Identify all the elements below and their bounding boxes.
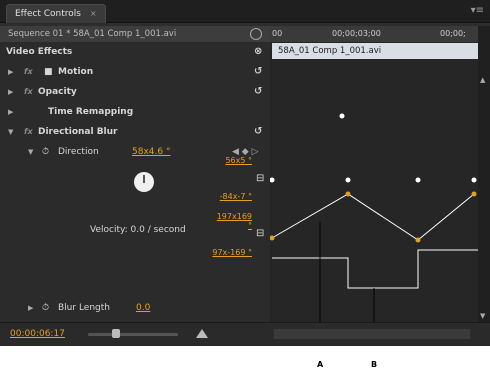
velocity-graph-line[interactable] bbox=[272, 249, 478, 289]
motion-icon: ■ bbox=[44, 67, 53, 77]
fx-icon[interactable]: fx bbox=[24, 62, 33, 82]
property-list: Video Effects ⊗ ▶ fx ■ Motion ↺ ▶ fx Opa… bbox=[0, 42, 270, 322]
effect-controls-panel: Effect Controls × ▾≡ Sequence 01 * 58A_0… bbox=[0, 0, 490, 346]
zoom-slider-handle[interactable] bbox=[112, 329, 120, 338]
tab-bar: Effect Controls × ▾≡ bbox=[0, 0, 490, 23]
time-remapping-row[interactable]: ▶ Time Remapping bbox=[0, 102, 270, 122]
reset-icon[interactable]: ↺ bbox=[254, 122, 262, 142]
sequence-clip-bar[interactable]: Sequence 01 * 58A_01 Comp 1_001.avi bbox=[0, 26, 270, 42]
effects-info-icon[interactable]: ⊗ bbox=[254, 42, 262, 62]
scroll-up-icon[interactable]: ▲ bbox=[480, 76, 488, 84]
show-timeline-icon[interactable] bbox=[250, 28, 262, 40]
stopwatch-icon[interactable]: ⏱ bbox=[42, 142, 49, 162]
callout-b-label: B bbox=[371, 360, 378, 369]
opacity-keyframe[interactable] bbox=[339, 113, 345, 119]
fx-icon[interactable]: fx bbox=[24, 122, 33, 142]
direction-keyframe[interactable] bbox=[270, 177, 275, 183]
scroll-down-icon[interactable]: ▼ bbox=[480, 312, 488, 320]
vertical-scrollbar[interactable]: ▲ ▼ bbox=[478, 26, 490, 322]
panel-menu-icon[interactable]: ▾≡ bbox=[471, 5, 484, 16]
value-graph-point[interactable] bbox=[270, 235, 275, 241]
expand-triangle-icon[interactable]: ▶ bbox=[8, 82, 13, 102]
video-effects-header: Video Effects ⊗ bbox=[0, 42, 270, 62]
velocity-row: Velocity: 0.0 / second bbox=[0, 220, 270, 240]
zoom-slider-track[interactable] bbox=[88, 333, 178, 336]
graph-toggle-icon[interactable]: ⊟ bbox=[256, 173, 264, 184]
expand-triangle-icon[interactable]: ▶ bbox=[8, 102, 13, 122]
opacity-label: Opacity bbox=[38, 87, 77, 97]
blur-length-label: Blur Length bbox=[58, 303, 110, 313]
opacity-row[interactable]: ▶ fx Opacity ↺ bbox=[0, 82, 270, 102]
video-effects-label: Video Effects bbox=[6, 47, 73, 57]
blur-length-value[interactable]: 0.0 bbox=[136, 298, 150, 318]
directional-blur-label: Directional Blur bbox=[38, 127, 118, 137]
graph-min-value: -84x-7 ° bbox=[219, 192, 252, 201]
direction-dial[interactable] bbox=[134, 172, 154, 192]
fx-icon[interactable]: fx bbox=[24, 82, 33, 102]
reset-icon[interactable]: ↺ bbox=[254, 82, 262, 102]
stopwatch-icon[interactable]: ⏱ bbox=[42, 298, 49, 318]
expand-triangle-icon[interactable]: ▶ bbox=[28, 298, 33, 318]
direction-keyframe[interactable] bbox=[471, 177, 477, 183]
collapse-triangle-icon[interactable]: ▼ bbox=[28, 142, 33, 162]
direction-keyframe[interactable] bbox=[415, 177, 421, 183]
reset-icon[interactable]: ↺ bbox=[254, 62, 262, 82]
bottom-toolbar: 00:00:06:17 bbox=[0, 322, 490, 346]
directional-blur-row[interactable]: ▼ fx Directional Blur ↺ bbox=[0, 122, 270, 142]
collapse-triangle-icon[interactable]: ▼ bbox=[8, 122, 13, 142]
velocity-min-value: 97x-169 ° bbox=[212, 248, 252, 257]
blur-length-row[interactable]: ▶ ⏱ Blur Length 0.0 bbox=[0, 298, 270, 318]
motion-label: Motion bbox=[58, 67, 94, 77]
tab-effect-controls[interactable]: Effect Controls × bbox=[6, 4, 106, 23]
direction-label: Direction bbox=[58, 147, 99, 157]
timeline-area[interactable]: 00 00;00;03;00 00;00; 58A_01 Comp 1_001.… bbox=[270, 26, 478, 322]
direction-value[interactable]: 58x4.6 ° bbox=[132, 142, 170, 162]
value-graph-line[interactable] bbox=[271, 193, 475, 241]
value-graph-point[interactable] bbox=[471, 191, 477, 197]
motion-row[interactable]: ▶ fx ■ Motion ↺ bbox=[0, 62, 270, 82]
direction-keyframe[interactable] bbox=[345, 177, 351, 183]
expand-triangle-icon[interactable]: ▶ bbox=[8, 62, 13, 82]
graph-max-value: 56x5 ° bbox=[225, 156, 252, 165]
value-graph-point[interactable] bbox=[345, 191, 351, 197]
callout-a-label: A bbox=[317, 360, 324, 369]
zoom-in-icon[interactable] bbox=[196, 329, 208, 338]
horizontal-scrollbar[interactable] bbox=[274, 329, 470, 339]
velocity-label: Velocity: 0.0 / second bbox=[90, 225, 186, 235]
keyframe-graph[interactable] bbox=[270, 26, 478, 322]
tab-label: Effect Controls bbox=[15, 9, 81, 19]
dial-pointer bbox=[143, 175, 145, 183]
timecode-display[interactable]: 00:00:06:17 bbox=[10, 329, 65, 339]
close-icon[interactable]: × bbox=[90, 9, 97, 18]
value-graph-point[interactable] bbox=[415, 237, 421, 243]
time-remapping-label: Time Remapping bbox=[48, 107, 134, 117]
